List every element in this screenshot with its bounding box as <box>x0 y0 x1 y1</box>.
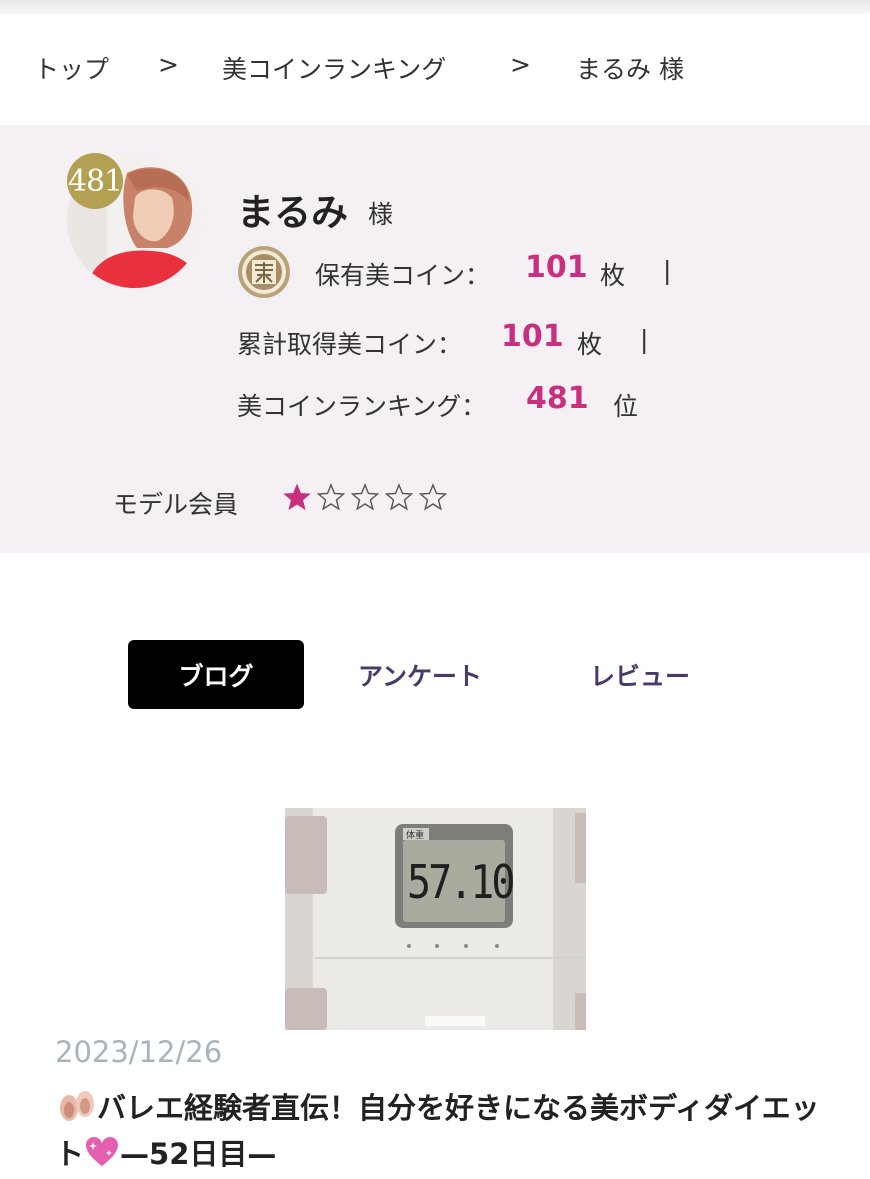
top-divider <box>0 0 870 14</box>
sparkling-heart-icon <box>86 1137 119 1166</box>
scale-display-label: 体重 <box>406 831 425 841</box>
breadcrumb: トップ > 美コインランキング > まるみ 様 <box>0 42 870 92</box>
total-coins-unit: 枚 <box>577 330 603 359</box>
held-coins-value: 101 <box>525 250 588 285</box>
stat-divider: | <box>663 256 672 285</box>
star-filled-icon <box>283 483 311 511</box>
held-coins-label: 保有美コイン： <box>315 261 491 290</box>
coin-ranking: 美コインランキング： 481 位 <box>237 381 638 423</box>
ranking-unit: 位 <box>613 392 639 421</box>
ranking-value: 481 <box>526 381 589 416</box>
tab-blog[interactable]: ブログ <box>128 640 304 709</box>
total-coins-value: 101 <box>501 319 564 354</box>
user-name: まるみ <box>237 191 348 234</box>
held-coins: 保有美コイン： 101 枚 | <box>315 250 671 292</box>
post-thumbnail[interactable]: 体重 57.10 <box>285 808 586 1030</box>
rank-badge: 481 <box>67 153 123 209</box>
post-title-link[interactable]: バレエ経験者直伝！自分を好きになる美ボディダイエット —52日目— <box>55 1085 830 1177</box>
breadcrumb-home-link[interactable]: トップ <box>34 50 109 86</box>
post-title-suffix: —52日目— <box>120 1137 277 1171</box>
model-rating-stars <box>283 483 447 511</box>
tab-survey[interactable]: アンケート <box>330 640 510 709</box>
total-coins-label: 累計取得美コイン： <box>237 330 463 359</box>
post-date: 2023/12/26 <box>55 1035 223 1069</box>
ballet-shoes-icon <box>60 1091 94 1121</box>
total-coins: 累計取得美コイン： 101 枚 | <box>237 319 648 361</box>
ranking-label: 美コインランキング： <box>237 392 487 421</box>
tab-review[interactable]: レビュー <box>560 640 720 709</box>
held-coins-unit: 枚 <box>600 261 626 290</box>
bi-coin-icon <box>238 246 290 298</box>
star-empty-icon <box>317 483 345 511</box>
star-empty-icon <box>351 483 379 511</box>
stat-divider: | <box>640 325 649 354</box>
breadcrumb-separator: > <box>510 50 531 79</box>
breadcrumb-ranking-link[interactable]: 美コインランキング <box>222 50 446 86</box>
model-member-label: モデル会員 <box>113 490 239 519</box>
star-empty-icon <box>385 483 413 511</box>
scale-display-value: 57.10 <box>407 856 515 910</box>
profile-panel: 481 まるみ 様 保有美コイン： 101 枚 | 累計取得美コイン： 101 … <box>0 125 870 553</box>
breadcrumb-separator: > <box>158 50 179 79</box>
scale-photo <box>285 808 586 1030</box>
star-empty-icon <box>419 483 447 511</box>
breadcrumb-current: まるみ 様 <box>576 55 684 84</box>
user-honorific: 様 <box>368 200 394 229</box>
